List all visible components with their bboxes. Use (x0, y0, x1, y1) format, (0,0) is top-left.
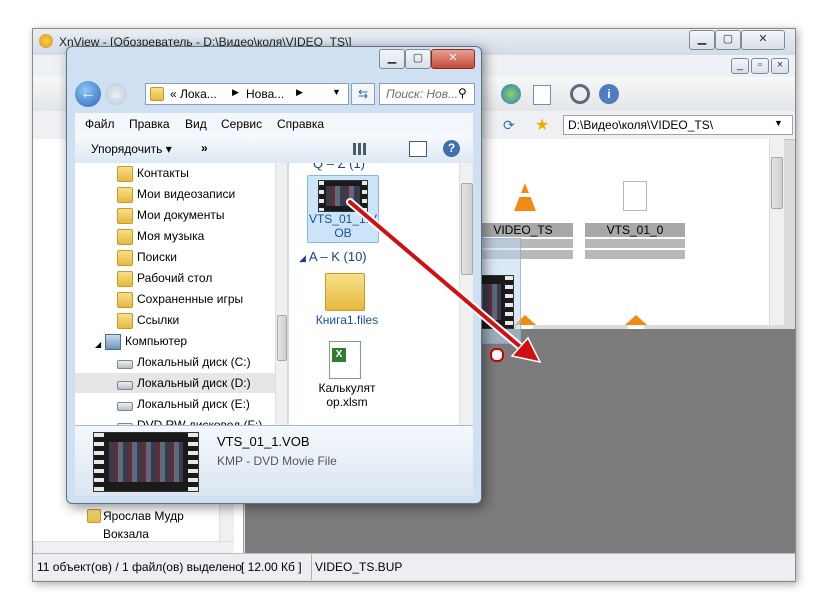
drag-arrow (346, 198, 542, 364)
drag-arrow-line (348, 200, 526, 352)
